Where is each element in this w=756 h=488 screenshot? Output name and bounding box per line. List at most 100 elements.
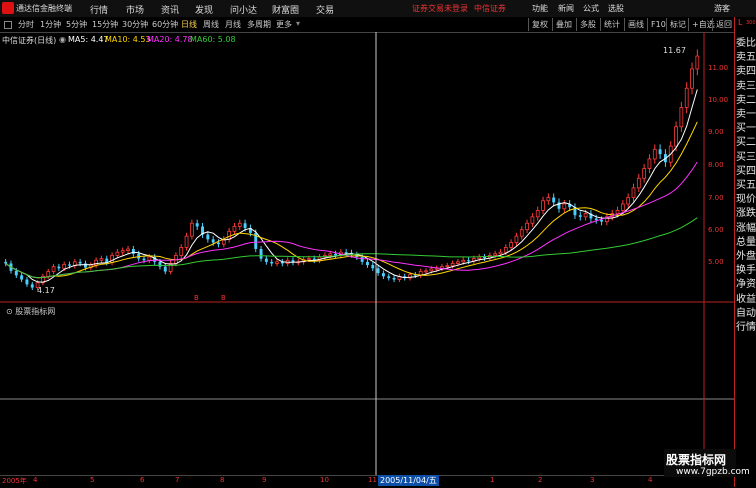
candle bbox=[573, 203, 577, 219]
candle bbox=[195, 219, 199, 231]
menu-quotes[interactable]: 行情 bbox=[90, 3, 108, 16]
collapse-icon[interactable] bbox=[4, 21, 12, 29]
draw-line-button[interactable]: 画线 bbox=[624, 18, 647, 31]
candle bbox=[259, 245, 263, 262]
statistics-button[interactable]: 统计 bbox=[600, 18, 623, 31]
candle bbox=[376, 265, 380, 276]
candle bbox=[557, 198, 561, 213]
panel-code-letter: L bbox=[738, 18, 743, 27]
date-tick: 11 bbox=[368, 476, 377, 484]
candle bbox=[131, 245, 135, 257]
candle bbox=[110, 252, 114, 266]
candle bbox=[237, 219, 242, 231]
menu-function[interactable]: 功能 bbox=[532, 3, 548, 14]
candle bbox=[626, 193, 631, 208]
tab-15min[interactable]: 15分钟 bbox=[92, 19, 118, 30]
menu-market[interactable]: 市场 bbox=[126, 3, 144, 16]
indicator-pane-label[interactable]: ⊙ 股票指标网 bbox=[6, 306, 55, 317]
candle bbox=[51, 263, 56, 275]
date-tick: 6 bbox=[140, 476, 145, 484]
menu-ask-xiaoda[interactable]: 问小达 bbox=[230, 3, 257, 16]
tab-5min[interactable]: 5分钟 bbox=[66, 19, 87, 30]
candle bbox=[317, 254, 322, 264]
candle bbox=[535, 206, 540, 221]
overlay-button[interactable]: 叠加 bbox=[552, 18, 575, 31]
candle bbox=[695, 49, 700, 76]
guest-label[interactable]: 游客 bbox=[714, 3, 730, 14]
ma20-line bbox=[5, 161, 698, 279]
signal-marker-1: B bbox=[194, 294, 199, 302]
candle bbox=[381, 270, 385, 279]
menu-stock-picker[interactable]: 选股 bbox=[608, 3, 624, 14]
menu-news[interactable]: 资讯 bbox=[161, 3, 179, 16]
candle bbox=[631, 183, 636, 202]
panel-mode-label[interactable]: 自动 bbox=[736, 307, 756, 320]
date-tick: 7 bbox=[175, 476, 180, 484]
panel-label: 换手 bbox=[736, 265, 756, 277]
period-toolbar: 分时 1分钟 5分钟 15分钟 30分钟 60分钟 日线 周线 月线 多周期 更… bbox=[0, 17, 734, 33]
multi-stock-button[interactable]: 多股 bbox=[576, 18, 599, 31]
candle bbox=[334, 250, 338, 259]
panel-label: 卖二 bbox=[736, 94, 756, 106]
panel-label: 买二 bbox=[736, 137, 756, 149]
date-tick: 4 bbox=[648, 476, 653, 484]
menu-trade[interactable]: 交易 bbox=[316, 3, 334, 16]
panel-label: 收益 bbox=[736, 293, 756, 305]
back-button[interactable]: 返回 bbox=[712, 18, 735, 31]
candle bbox=[99, 255, 104, 264]
candle bbox=[20, 272, 24, 283]
price-tick: 11.00 bbox=[708, 64, 729, 72]
tab-30min[interactable]: 30分钟 bbox=[122, 19, 148, 30]
candle bbox=[589, 209, 593, 223]
tab-daily[interactable]: 日线 bbox=[181, 19, 197, 30]
panel-label: 卖四 bbox=[736, 66, 756, 78]
mark-button[interactable]: 标记 bbox=[666, 18, 689, 31]
candle bbox=[690, 62, 694, 95]
candle bbox=[41, 273, 45, 286]
tab-60min[interactable]: 60分钟 bbox=[152, 19, 178, 30]
candle bbox=[530, 213, 535, 227]
candle bbox=[387, 273, 391, 281]
indicator-settings-icon[interactable]: ⊙ bbox=[6, 307, 15, 316]
price-tick: 5.00 bbox=[708, 258, 724, 266]
tab-1min[interactable]: 1分钟 bbox=[40, 19, 61, 30]
price-tick: 6.00 bbox=[708, 226, 724, 234]
login-warning[interactable]: 证券交易未登录 bbox=[412, 3, 468, 14]
price-chart[interactable]: B B bbox=[0, 32, 734, 475]
ma60-line bbox=[5, 217, 698, 279]
tab-multi-period[interactable]: 多周期 bbox=[247, 19, 271, 30]
candle bbox=[525, 219, 529, 234]
tab-intraday[interactable]: 分时 bbox=[18, 19, 34, 30]
tab-monthly[interactable]: 月线 bbox=[225, 19, 241, 30]
tab-weekly[interactable]: 周线 bbox=[203, 19, 219, 30]
price-tick: 9.00 bbox=[708, 128, 724, 136]
menu-formula[interactable]: 公式 bbox=[583, 3, 599, 14]
candle bbox=[605, 213, 609, 226]
panel-label: 外盘 bbox=[736, 251, 756, 262]
panel-label: 买四 bbox=[736, 165, 756, 177]
menu-wealth-circle[interactable]: 财富圈 bbox=[272, 3, 299, 16]
menu-discover[interactable]: 发现 bbox=[195, 3, 213, 16]
candle bbox=[636, 173, 641, 193]
candle bbox=[562, 200, 567, 213]
tab-more[interactable]: 更多 bbox=[276, 19, 292, 30]
more-chevron-icon[interactable]: ▾ bbox=[296, 19, 300, 28]
candle bbox=[184, 232, 189, 251]
candle bbox=[652, 144, 657, 164]
quote-side-panel: L 300 委比 卖五 卖四 卖三 卖二 卖一 买一 买二 买三 买四 买五 现价 涨跌 涨幅 总量 外盘 换手… bbox=[734, 17, 756, 487]
panel-label: 买一 bbox=[736, 123, 756, 135]
high-price-label: 11.67 bbox=[663, 46, 686, 55]
candle bbox=[684, 82, 689, 114]
candle bbox=[371, 262, 375, 272]
panel-mode-label[interactable]: 行情 bbox=[736, 321, 756, 334]
candle bbox=[270, 258, 274, 267]
candle bbox=[642, 164, 646, 183]
panel-label: 买五 bbox=[736, 180, 756, 191]
menu-news-right[interactable]: 新闻 bbox=[558, 3, 574, 14]
date-tick: 4 bbox=[33, 476, 38, 484]
candle bbox=[57, 263, 61, 272]
adjust-button[interactable]: 复权 bbox=[528, 18, 551, 31]
date-tick: 1 bbox=[490, 476, 495, 484]
top-menu-bar: 通达信金融终端 行情 市场 资讯 发现 问小达 财富圈 交易 证券交易未登录 中… bbox=[0, 0, 756, 18]
candle bbox=[397, 273, 402, 283]
